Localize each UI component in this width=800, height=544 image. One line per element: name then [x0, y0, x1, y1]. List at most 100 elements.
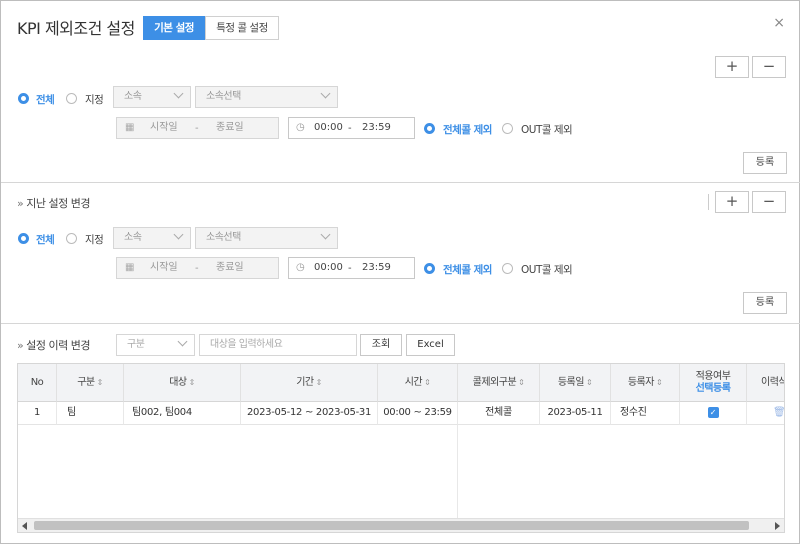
- column-header-applied-label: 적용여부: [695, 371, 731, 382]
- dialog: KPI 제외조건 설정 기본 설정 특정 콜 설정 × + − 전체 지정 소속…: [0, 0, 800, 544]
- dialog-title: KPI 제외조건 설정: [17, 19, 135, 38]
- sort-icon: ⇕: [96, 378, 104, 387]
- table-cell-applied: ✓: [680, 402, 747, 425]
- radio-specific[interactable]: [66, 233, 77, 244]
- time-range-input[interactable]: ◷ 00:00 - 23:59: [288, 117, 415, 139]
- column-header-registrant-label: 등록자: [627, 377, 655, 388]
- applied-checkbox[interactable]: ✓: [707, 406, 719, 418]
- sort-icon: ⇕: [585, 378, 593, 387]
- column-header-target-label: 대상: [169, 377, 187, 388]
- radio-all-label: 전체: [36, 234, 55, 246]
- horizontal-scrollbar[interactable]: [18, 518, 784, 532]
- radio-all[interactable]: [18, 93, 29, 104]
- type-filter-select[interactable]: 구분: [116, 334, 195, 356]
- register-button[interactable]: 등록: [743, 292, 787, 314]
- add-row-button[interactable]: +: [715, 56, 749, 78]
- column-header-type[interactable]: 구분 ⇕: [57, 364, 124, 402]
- radio-specific[interactable]: [66, 93, 77, 104]
- chevron-down-icon: [177, 336, 188, 347]
- calendar-icon: ▦: [125, 122, 135, 133]
- sort-icon: ⇕: [518, 378, 525, 387]
- scrollbar-thumb[interactable]: [34, 521, 749, 530]
- select-register-link[interactable]: 선택등록: [680, 383, 746, 395]
- affiliation-detail-select[interactable]: 소속선택: [195, 227, 338, 249]
- column-header-target[interactable]: 대상 ⇕: [124, 364, 241, 402]
- radio-exclude-out[interactable]: [502, 263, 513, 274]
- register-button[interactable]: 등록: [743, 152, 787, 174]
- section-history: » 설정 이력 변경: [17, 337, 90, 353]
- type-filter-value: 구분: [127, 339, 145, 350]
- start-date-placeholder: 시작일: [150, 262, 178, 273]
- column-header-no-label: No: [30, 377, 44, 388]
- sort-icon: ⇕: [315, 378, 323, 387]
- column-header-no: No: [18, 364, 57, 402]
- add-row-button[interactable]: +: [715, 191, 749, 213]
- date-range-input[interactable]: ▦ 시작일 - 종료일: [116, 257, 279, 279]
- radio-exclude-all[interactable]: [424, 123, 435, 134]
- delete-icon[interactable]: 🗑: [747, 402, 784, 425]
- affiliation-select[interactable]: 소속: [113, 86, 191, 108]
- exclude-all-label: 전체콜 제외: [443, 264, 492, 276]
- divider: [1, 323, 800, 324]
- close-icon[interactable]: ×: [773, 15, 785, 31]
- affiliation-select-value: 소속: [124, 232, 142, 243]
- tab-specific-call-settings[interactable]: 특정 콜 설정: [205, 16, 279, 40]
- date-range-input[interactable]: ▦ 시작일 - 종료일: [116, 117, 279, 139]
- table-cell-time: 00:00 ~ 23:59: [378, 402, 458, 425]
- column-header-exclude-type[interactable]: 콜제외구분 ⇕: [458, 364, 540, 402]
- double-chevron-icon: »: [17, 197, 24, 210]
- column-header-applied: 적용여부 선택등록: [680, 364, 747, 402]
- excel-button[interactable]: Excel: [406, 334, 455, 356]
- clock-icon: ◷: [296, 262, 305, 273]
- remove-row-button[interactable]: −: [752, 191, 786, 213]
- affiliation-select[interactable]: 소속: [113, 227, 191, 249]
- time-separator: -: [348, 263, 352, 274]
- chevron-down-icon: [320, 229, 331, 240]
- tab-basic-settings[interactable]: 기본 설정: [143, 16, 205, 40]
- end-date-placeholder: 종료일: [216, 262, 244, 273]
- section-past-settings: » 지난 설정 변경: [17, 195, 90, 211]
- radio-exclude-out[interactable]: [502, 123, 513, 134]
- column-header-type-label: 구분: [77, 377, 95, 388]
- radio-all-label: 전체: [36, 94, 55, 106]
- table-cell-target: 팀002, 팀004: [124, 402, 241, 425]
- section-history-title: 설정 이력 변경: [26, 339, 90, 352]
- history-table: No 구분 ⇕ 대상 ⇕ 기간 ⇕ 시간 ⇕ 콜제외구분 ⇕ 등록일 ⇕ 등록자 ⇕ 적용여부…: [17, 363, 785, 533]
- exclude-out-label: OUT콜 제외: [521, 124, 573, 136]
- chevron-down-icon: [173, 229, 184, 240]
- column-header-exclude-type-label: 콜제외구분: [472, 377, 517, 388]
- column-header-registrant[interactable]: 등록자 ⇕: [611, 364, 680, 402]
- column-header-time[interactable]: 시간 ⇕: [378, 364, 458, 402]
- table-cell-registrant: 정수진: [611, 402, 680, 425]
- time-start: 00:00: [314, 262, 343, 273]
- target-input[interactable]: 대상을 입력하세요: [199, 334, 357, 356]
- calendar-icon: ▦: [125, 262, 135, 273]
- clock-icon: ◷: [296, 122, 305, 133]
- time-range-input[interactable]: ◷ 00:00 - 23:59: [288, 257, 415, 279]
- affiliation-select-value: 소속: [124, 91, 142, 102]
- scroll-left-icon[interactable]: [22, 522, 27, 530]
- radio-exclude-all[interactable]: [424, 263, 435, 274]
- affiliation-detail-value: 소속선택: [206, 91, 241, 102]
- radio-all[interactable]: [18, 233, 29, 244]
- time-start: 00:00: [314, 122, 343, 133]
- date-separator: -: [195, 263, 199, 274]
- sort-icon: ⇕: [188, 378, 196, 387]
- radio-specific-label: 지정: [85, 234, 104, 246]
- column-header-history-delete-label: 이력삭: [761, 377, 785, 388]
- remove-row-button[interactable]: −: [752, 56, 786, 78]
- table-cell-reg-date: 2023-05-11: [540, 402, 611, 425]
- column-header-history-delete: 이력삭: [747, 364, 785, 402]
- column-header-period[interactable]: 기간 ⇕: [241, 364, 378, 402]
- sort-icon: ⇕: [424, 378, 431, 387]
- affiliation-detail-value: 소속선택: [206, 232, 241, 243]
- sort-icon: ⇕: [655, 378, 663, 387]
- affiliation-detail-select[interactable]: 소속선택: [195, 86, 338, 108]
- end-date-placeholder: 종료일: [216, 122, 244, 133]
- scroll-right-icon[interactable]: [775, 522, 780, 530]
- table-cell-type: 팀: [57, 402, 124, 425]
- search-button[interactable]: 조회: [360, 334, 402, 356]
- column-header-reg-date[interactable]: 등록일 ⇕: [540, 364, 611, 402]
- chevron-down-icon: [320, 88, 331, 99]
- column-header-reg-date-label: 등록일: [557, 377, 585, 388]
